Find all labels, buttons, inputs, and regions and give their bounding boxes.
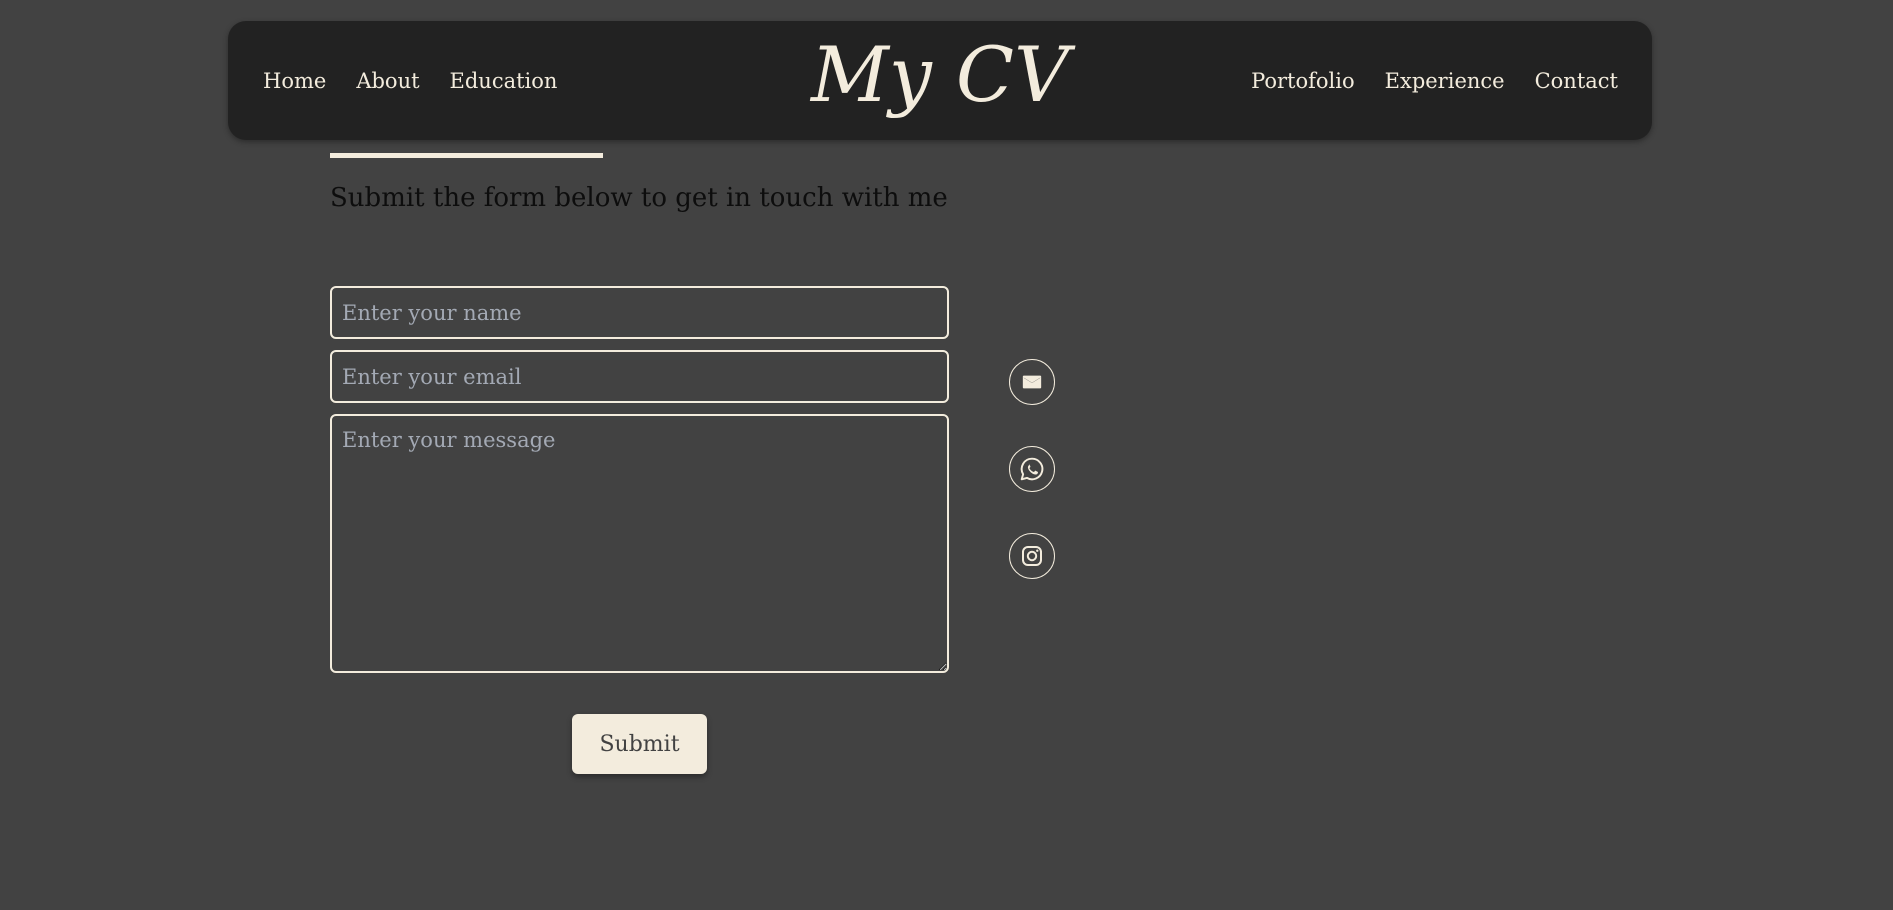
nav-left: Home About Education (263, 21, 557, 140)
whatsapp-link[interactable] (1009, 446, 1055, 492)
email-icon (1022, 375, 1042, 389)
whatsapp-icon (1020, 457, 1044, 481)
nav-right: Portofolio Experience Contact (1251, 21, 1618, 140)
contact-subtitle: Submit the form below to get in touch wi… (330, 183, 948, 213)
email-input[interactable] (330, 350, 949, 403)
name-input[interactable] (330, 286, 949, 339)
instagram-icon (1022, 546, 1042, 566)
contact-page: Submit the form below to get in touch wi… (0, 0, 1893, 910)
nav-home-link[interactable]: Home (263, 69, 326, 93)
instagram-link[interactable] (1009, 533, 1055, 579)
nav-education-link[interactable]: Education (450, 69, 558, 93)
nav-portofolio-link[interactable]: Portofolio (1251, 69, 1355, 93)
nav-contact-link[interactable]: Contact (1535, 69, 1618, 93)
nav-about-link[interactable]: About (356, 69, 419, 93)
message-textarea[interactable] (330, 414, 949, 673)
email-link[interactable] (1009, 359, 1055, 405)
heading-underline (330, 153, 603, 158)
navbar: Home About Education My CV Portofolio Ex… (228, 21, 1652, 140)
nav-experience-link[interactable]: Experience (1385, 69, 1505, 93)
submit-button[interactable]: Submit (572, 714, 707, 774)
brand-logo[interactable]: My CV (811, 33, 1069, 117)
